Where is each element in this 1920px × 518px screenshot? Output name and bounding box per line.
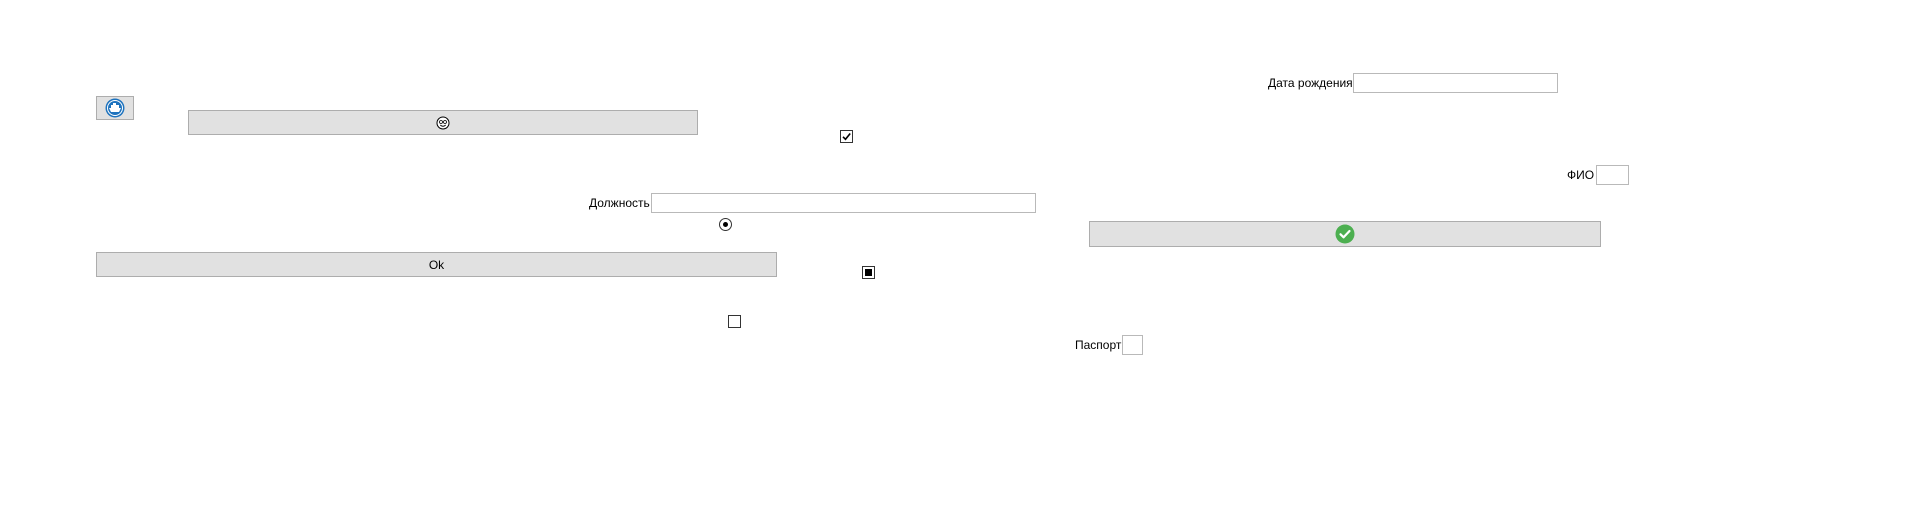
position-label: Должность [589,196,650,210]
ok-button-label: Ok [428,257,445,272]
indeterminate-square [865,269,872,276]
radio-dot [723,222,728,227]
checkbox-indeterminate[interactable] [862,266,875,279]
position-field[interactable] [651,193,1036,213]
confirm-button[interactable] [1089,221,1601,247]
passport-field[interactable] [1122,335,1143,355]
face-icon-button[interactable] [188,110,698,135]
birthdate-label: Дата рождения [1268,76,1353,90]
checkbox-checked[interactable] [840,130,853,143]
check-mark-icon [842,132,851,141]
ok-button[interactable]: Ok [96,252,777,277]
passport-label: Паспорт [1075,338,1122,352]
smiley-face-icon [436,116,450,130]
fio-field[interactable] [1596,165,1629,185]
fio-label: ФИО [1567,168,1595,182]
ship-icon [105,98,125,118]
ship-icon-button[interactable] [96,96,134,120]
checkbox-unchecked[interactable] [728,315,741,328]
radio-button-selected[interactable] [719,218,732,231]
birthdate-field[interactable] [1353,73,1558,93]
green-checkmark-icon [1335,224,1355,244]
